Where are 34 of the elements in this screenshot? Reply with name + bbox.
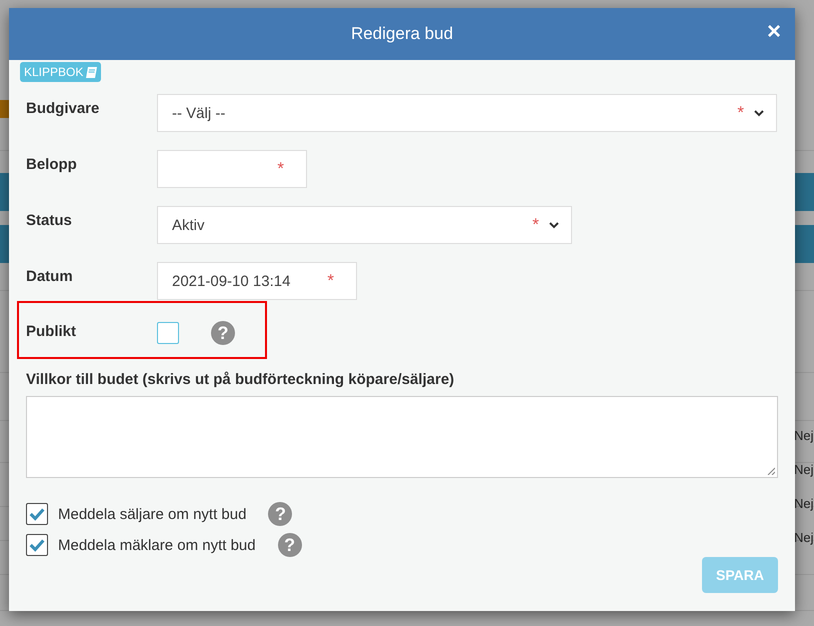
table-cell: Nej — [794, 496, 814, 511]
dialog-title: Redigera bud — [350, 24, 454, 44]
checkbox[interactable] — [26, 503, 48, 525]
dropdown-field[interactable]: -- Välj -- * — [157, 94, 777, 132]
table-cell: Nej — [794, 530, 814, 545]
help-icon[interactable]: ? — [211, 321, 235, 345]
checkbox[interactable] — [157, 322, 179, 344]
table-cell: Nej — [794, 428, 814, 443]
close-button[interactable]: × — [766, 22, 781, 42]
chevron-icon — [549, 222, 559, 228]
required-mark: * — [532, 215, 539, 235]
field-label: Budgivare — [26, 100, 100, 117]
status-badge — [0, 100, 10, 118]
field-label: Publikt — [26, 323, 78, 340]
field-label: Belopp — [26, 156, 78, 173]
checkbox-label: Meddela mäklare om nytt bud — [58, 536, 256, 554]
required-mark: * — [737, 103, 744, 123]
clipboard-button[interactable]: KLIPPBOK — [20, 62, 102, 82]
field-label: Status — [26, 212, 73, 229]
input-field[interactable]: * — [157, 150, 307, 188]
required-mark: * — [277, 159, 284, 179]
field-label: Datum — [26, 268, 74, 285]
field-label: Villkor till budet (skrivs ut på budförteckning köpare/säljare) — [26, 371, 456, 388]
input-field[interactable]: 2021-09-10 13:14 * — [157, 262, 357, 300]
dropdown-field[interactable]: Aktiv * — [157, 206, 572, 244]
checkbox-label: Meddela säljare om nytt bud — [58, 506, 246, 522]
resize-handle-icon[interactable] — [767, 467, 775, 475]
help-icon[interactable]: ? — [278, 533, 302, 557]
chevron-icon — [754, 110, 764, 116]
checkbox[interactable] — [26, 534, 48, 556]
required-mark: * — [327, 271, 334, 291]
book-icon — [85, 66, 98, 78]
help-icon[interactable]: ? — [268, 502, 292, 526]
table-cell: Nej — [794, 462, 814, 477]
